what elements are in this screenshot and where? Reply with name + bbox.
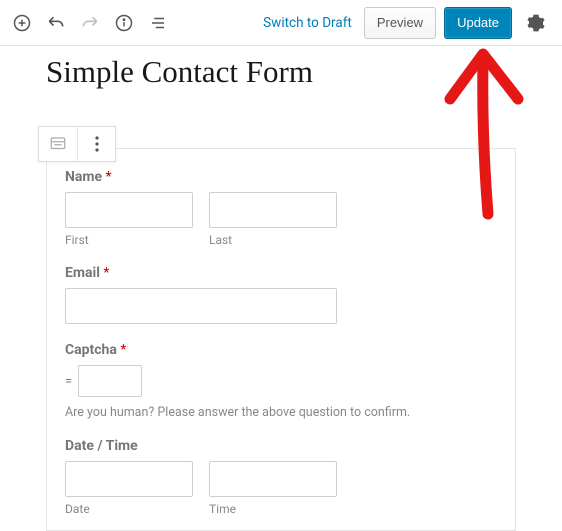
toolbar-left [6,7,174,39]
date-sublabel: Date [65,502,193,516]
first-name-input[interactable] [65,192,193,228]
last-name-input[interactable] [209,192,337,228]
field-captcha: Captcha * = Are you human? Please answer… [65,342,497,420]
email-label: Email * [65,265,497,281]
field-email: Email * [65,265,497,324]
preview-button[interactable]: Preview [364,7,436,39]
info-icon[interactable] [108,7,140,39]
email-label-text: Email [65,265,100,281]
captcha-helper: Are you human? Please answer the above q… [65,405,497,420]
captcha-equals: = [65,374,72,389]
email-input[interactable] [65,288,337,324]
add-block-icon[interactable] [6,7,38,39]
date-input[interactable] [65,461,193,497]
last-name-sublabel: Last [209,233,337,247]
captcha-required-mark: * [120,342,126,358]
block-toolbar [38,126,116,162]
name-label-text: Name [65,169,102,185]
field-datetime: Date / Time Date Time [65,438,497,516]
editor-toolbar: Switch to Draft Preview Update [0,0,562,46]
editor-canvas: Simple Contact Form Name * First Last [0,46,562,531]
block-more-icon[interactable] [77,127,115,161]
outline-icon[interactable] [142,7,174,39]
name-required-mark: * [106,169,112,185]
email-required-mark: * [103,265,109,281]
time-sublabel: Time [209,502,337,516]
captcha-label-text: Captcha [65,342,117,358]
form-preview: Name * First Last Email * [46,148,516,531]
block-type-icon[interactable] [39,127,77,161]
page-title[interactable]: Simple Contact Form [46,54,516,90]
name-label: Name * [65,169,497,185]
datetime-label: Date / Time [65,438,497,454]
first-name-sublabel: First [65,233,193,247]
field-name: Name * First Last [65,169,497,247]
captcha-input[interactable] [78,365,142,397]
update-button[interactable]: Update [444,7,512,39]
toolbar-right: Switch to Draft Preview Update [263,7,552,39]
captcha-label: Captcha * [65,342,497,358]
settings-gear-icon[interactable] [520,7,552,39]
switch-to-draft-link[interactable]: Switch to Draft [263,15,352,31]
time-input[interactable] [209,461,337,497]
undo-icon[interactable] [40,7,72,39]
redo-icon [74,7,106,39]
